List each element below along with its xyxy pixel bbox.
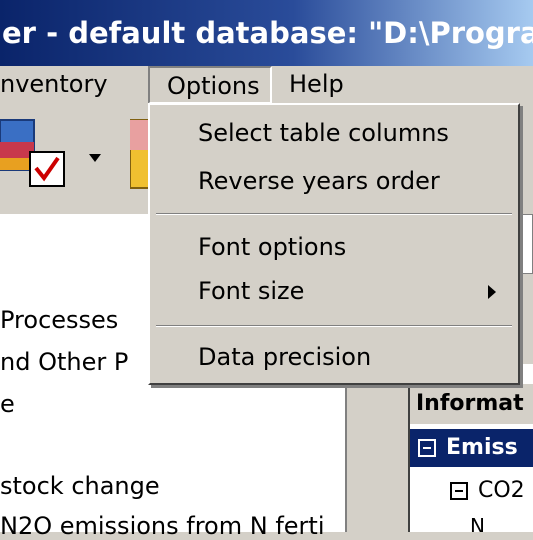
menu-bar: nventory Options Help xyxy=(0,66,533,104)
menu-item-font-options[interactable]: Font options xyxy=(198,233,346,261)
options-menu: Select table columns Reverse years order… xyxy=(148,103,520,385)
menu-item-font-size[interactable]: Font size xyxy=(198,277,304,305)
tree-item[interactable]: stock change xyxy=(0,472,160,500)
emissions-label: Emiss xyxy=(446,435,518,460)
tree-item[interactable]: e xyxy=(0,390,15,418)
child-label: N xyxy=(470,514,485,532)
tree-node-emissions[interactable]: Emiss xyxy=(410,429,533,467)
co2-label: CO2 xyxy=(478,478,525,503)
info-header: Informat xyxy=(410,384,533,424)
menu-separator xyxy=(156,325,512,327)
collapse-icon[interactable] xyxy=(450,482,468,500)
tree-item[interactable]: nd Other P xyxy=(0,348,128,376)
submenu-arrow-icon xyxy=(488,285,496,299)
database-checklist-icon[interactable] xyxy=(0,112,70,192)
window-titlebar: er - default database: "D:\Program F xyxy=(0,0,533,66)
menu-inventory[interactable]: nventory xyxy=(0,66,108,104)
menu-separator xyxy=(156,213,512,215)
database-icon[interactable] xyxy=(130,114,150,194)
info-tree: Informat Emiss CO2 N xyxy=(408,364,533,532)
collapse-icon[interactable] xyxy=(418,439,436,457)
menu-item-select-table-columns[interactable]: Select table columns xyxy=(198,119,449,147)
menu-item-data-precision[interactable]: Data precision xyxy=(198,343,371,371)
window-title: er - default database: "D:\Program F xyxy=(2,16,533,50)
tree-item[interactable]: N2O emissions from N ferti xyxy=(0,512,324,540)
tree-node-child[interactable]: N xyxy=(470,514,485,532)
menu-help[interactable]: Help xyxy=(289,66,344,104)
menu-item-reverse-years-order[interactable]: Reverse years order xyxy=(198,167,440,195)
tree-node-co2[interactable]: CO2 xyxy=(410,474,525,508)
menu-options[interactable]: Options xyxy=(148,66,272,104)
dropdown-arrow-icon[interactable] xyxy=(87,152,103,164)
tree-item[interactable]: Processes xyxy=(0,306,118,334)
